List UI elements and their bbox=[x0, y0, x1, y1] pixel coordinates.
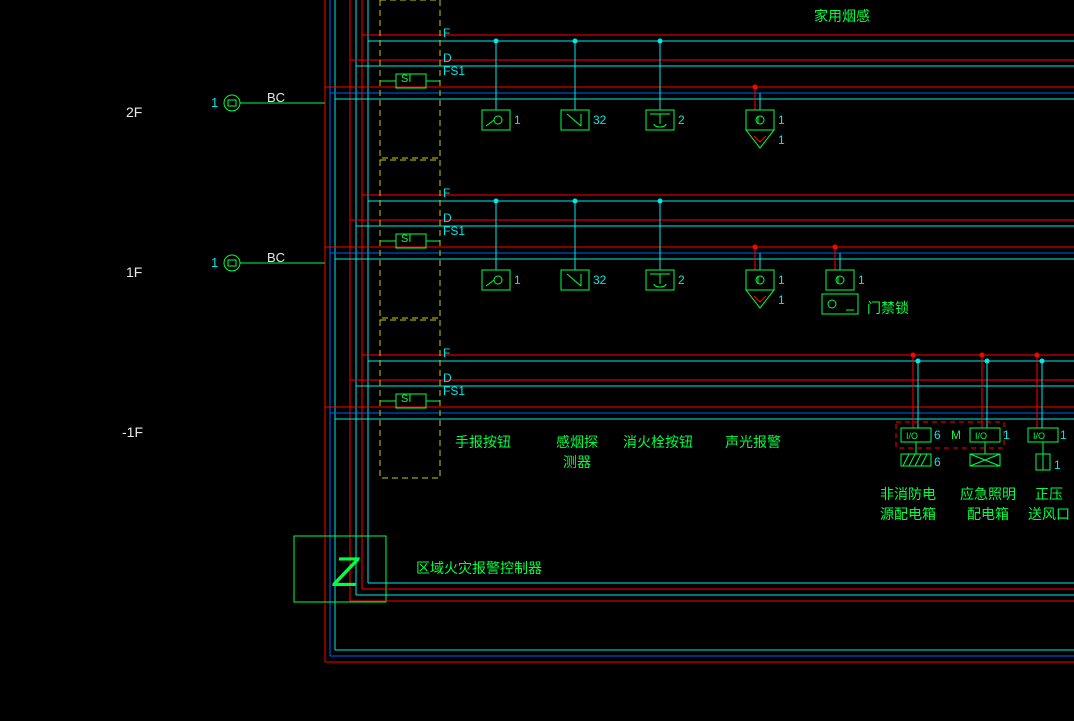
bc-2f: BC bbox=[267, 90, 285, 105]
damper-label: 正压送风口 bbox=[1024, 484, 1074, 524]
door-label: 门禁锁 bbox=[867, 298, 909, 318]
floor-b1: -1F bbox=[122, 424, 143, 440]
title-top: 家用烟感 bbox=[814, 6, 870, 26]
av-qty-1f: 1 bbox=[778, 273, 785, 287]
svg-text:I/O: I/O bbox=[1033, 431, 1045, 441]
si-b1: SI bbox=[401, 393, 411, 405]
manual-qty-2f: 1 bbox=[514, 113, 521, 127]
controller-label: 区域火灾报警控制器 bbox=[416, 558, 542, 578]
hydrant-qty-1f: 2 bbox=[678, 273, 685, 287]
damper-io-qty: 1 bbox=[1060, 428, 1067, 442]
manual-label: 手报按钮 bbox=[455, 432, 511, 452]
smoke-label: 感烟探测器 bbox=[547, 432, 607, 472]
si-2f: SI bbox=[401, 73, 411, 85]
d-1f: D bbox=[443, 211, 452, 225]
damper-qty2: 1 bbox=[1054, 458, 1061, 472]
npower-hatch-qty: 6 bbox=[934, 455, 941, 469]
bc-qty-1f: 1 bbox=[211, 255, 218, 270]
av-qty-2f: 1 bbox=[778, 113, 785, 127]
bc-qty-2f: 1 bbox=[211, 95, 218, 110]
controller-symbol: Z bbox=[332, 548, 360, 595]
av-qty2-1f: 1 bbox=[778, 293, 785, 307]
d-b1: D bbox=[443, 371, 452, 385]
emlight-io-qty: 1 bbox=[1003, 428, 1010, 442]
svg-text:I/O: I/O bbox=[906, 431, 918, 441]
f-2f: F bbox=[443, 26, 450, 40]
svg-text:I/O: I/O bbox=[975, 431, 987, 441]
smoke-qty-2f: 32 bbox=[593, 113, 606, 127]
bc-1f: BC bbox=[267, 250, 285, 265]
fs1-1f: FS1 bbox=[443, 224, 465, 238]
manual-qty-1f: 1 bbox=[514, 273, 521, 287]
av-label: 声光报警 bbox=[725, 432, 781, 452]
fs1-2f: FS1 bbox=[443, 64, 465, 78]
f-b1: F bbox=[443, 346, 450, 360]
si-1f: SI bbox=[401, 233, 411, 245]
npower-io-qty: 6 bbox=[934, 428, 941, 442]
fs1-b1: FS1 bbox=[443, 384, 465, 398]
smoke-qty-1f: 32 bbox=[593, 273, 606, 287]
f-1f: F bbox=[443, 186, 450, 200]
floor-2f: 2F bbox=[126, 104, 142, 120]
floor-1f: 1F bbox=[126, 264, 142, 280]
npower-label: 非消防电源配电箱 bbox=[872, 484, 944, 524]
m-label: M bbox=[951, 428, 961, 442]
hydrant-label: 消火栓按钮 bbox=[623, 432, 693, 452]
av-qty2-2f: 1 bbox=[778, 133, 785, 147]
hydrant-qty-2f: 2 bbox=[678, 113, 685, 127]
door-qty-1f: 1 bbox=[858, 273, 865, 287]
fire-alarm-riser-diagram: Z bbox=[0, 0, 1074, 721]
emlight-label: 应急照明配电箱 bbox=[952, 484, 1024, 524]
d-2f: D bbox=[443, 51, 452, 65]
